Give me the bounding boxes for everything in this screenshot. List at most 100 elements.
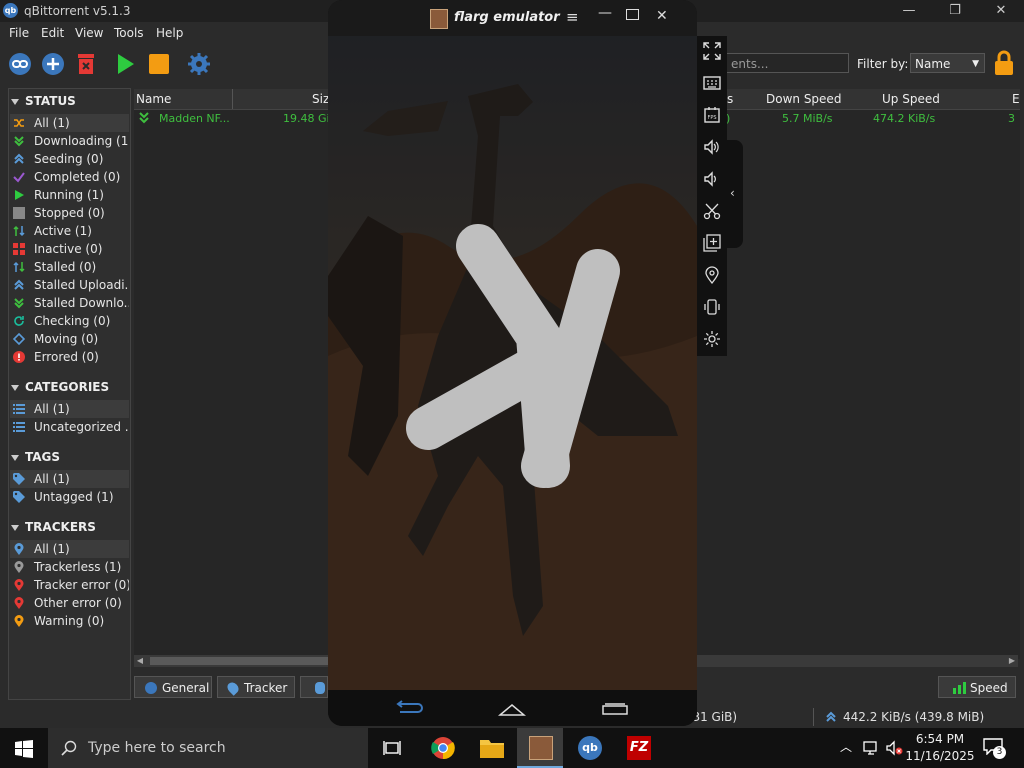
volume-up-icon[interactable] <box>703 138 721 156</box>
location-icon[interactable] <box>703 266 721 284</box>
add-torrent-icon[interactable] <box>41 52 65 76</box>
taskbar-search-box[interactable]: Type here to search <box>48 728 368 768</box>
back-icon[interactable] <box>394 700 424 714</box>
status-checking[interactable]: Checking (0) <box>10 312 129 330</box>
trackers-section-header[interactable]: TRACKERS <box>11 520 96 534</box>
column-name[interactable]: Name <box>136 92 171 106</box>
menu-help[interactable]: Help <box>156 26 183 40</box>
emulator-close-icon[interactable]: ✕ <box>656 8 668 24</box>
status-completed-label: Completed (0) <box>34 170 121 184</box>
column-size[interactable]: Siz <box>312 92 329 106</box>
tag-untagged[interactable]: Untagged (1) <box>10 488 129 506</box>
tracker-other-error[interactable]: Other error (0) <box>10 594 129 612</box>
status-running[interactable]: Running (1) <box>10 186 129 204</box>
folder-icon <box>480 740 504 758</box>
category-uncategorized[interactable]: Uncategorized ... <box>10 418 129 436</box>
network-icon[interactable] <box>863 740 881 756</box>
close-button[interactable]: ✕ <box>978 0 1024 22</box>
hamburger-menu-icon[interactable]: ≡ <box>566 8 579 26</box>
tags-section-header[interactable]: TAGS <box>11 450 60 464</box>
stalled-icon <box>13 261 25 273</box>
task-view-icon[interactable] <box>383 739 401 757</box>
taskbar-clock[interactable]: 6:54 PM 11/16/2025 <box>905 731 975 765</box>
emulator-minimize-icon[interactable]: — <box>598 5 612 21</box>
show-hidden-icons-chevron-icon[interactable]: ︿ <box>840 738 852 755</box>
status-all[interactable]: All (1) <box>10 114 129 132</box>
emulator-screen[interactable] <box>328 36 697 690</box>
stop-icon[interactable] <box>147 52 171 76</box>
status-section-header[interactable]: STATUS <box>11 94 76 108</box>
scroll-right-icon[interactable]: ▶ <box>1006 655 1018 667</box>
add-link-icon[interactable] <box>8 52 32 76</box>
tracker-trackerless[interactable]: Trackerless (1) <box>10 558 129 576</box>
fps-icon[interactable]: FPS <box>703 106 721 124</box>
delete-icon[interactable] <box>74 52 98 76</box>
scroll-left-icon[interactable]: ◀ <box>134 655 146 667</box>
menu-tools[interactable]: Tools <box>114 26 144 40</box>
menu-edit[interactable]: Edit <box>41 26 64 40</box>
tag-all[interactable]: All (1) <box>10 470 129 488</box>
lock-icon[interactable] <box>993 50 1015 76</box>
column-up-speed[interactable]: Up Speed <box>882 92 940 106</box>
filezilla-taskbar-button[interactable]: FZ <box>616 728 662 768</box>
status-inactive[interactable]: Inactive (0) <box>10 240 129 258</box>
status-moving[interactable]: Moving (0) <box>10 330 129 348</box>
fullscreen-icon[interactable] <box>703 42 721 60</box>
file-explorer-taskbar-button[interactable] <box>468 728 514 768</box>
shake-icon[interactable] <box>703 298 721 316</box>
start-icon[interactable] <box>113 52 137 76</box>
tab-peers[interactable] <box>300 676 328 698</box>
categories-section-header[interactable]: CATEGORIES <box>11 380 109 394</box>
scrollbar-thumb[interactable] <box>150 657 330 665</box>
torrent-up-speed: 474.2 KiB/s <box>873 112 936 125</box>
column-eta[interactable]: E <box>1012 92 1020 106</box>
status-stopped[interactable]: Stopped (0) <box>10 204 129 222</box>
scissors-icon[interactable] <box>703 202 721 220</box>
emulator-maximize-icon[interactable] <box>626 9 639 20</box>
status-seeding[interactable]: Seeding (0) <box>10 150 129 168</box>
status-stalled-label: Stalled (0) <box>34 260 97 274</box>
status-stalled-downloading[interactable]: Stalled Downlo... <box>10 294 129 312</box>
toolbar-collapse-tab[interactable]: ‹ <box>727 140 743 248</box>
tab-trackers[interactable]: Tracker s <box>217 676 295 717</box>
tracker-warning[interactable]: Warning (0) <box>10 612 129 630</box>
emulator-nav-bar <box>328 690 697 726</box>
volume-muted-icon[interactable] <box>886 740 904 756</box>
tracker-all-label: All (1) <box>34 542 70 556</box>
windows-start-icon[interactable] <box>15 740 33 758</box>
status-stalled-uploading[interactable]: Stalled Uploadi... <box>10 276 129 294</box>
status-active[interactable]: Active (1) <box>10 222 129 240</box>
filter-by-select[interactable]: Name ▼ <box>910 53 985 73</box>
status-stalled[interactable]: Stalled (0) <box>10 258 129 276</box>
recent-apps-icon[interactable] <box>601 702 629 716</box>
tab-speed[interactable]: Speed <box>938 676 1016 698</box>
keyboard-icon[interactable] <box>703 74 721 92</box>
settings-gear-icon[interactable] <box>703 330 721 348</box>
tracker-all[interactable]: All (1) <box>10 540 129 558</box>
status-completed[interactable]: Completed (0) <box>10 168 129 186</box>
category-all[interactable]: All (1) <box>10 400 129 418</box>
volume-down-icon[interactable] <box>703 170 721 188</box>
qbittorrent-taskbar-button[interactable]: qb <box>567 728 613 768</box>
options-gear-icon[interactable] <box>187 52 211 76</box>
menu-view[interactable]: View <box>75 26 103 40</box>
status-errored[interactable]: Errored (0) <box>10 348 129 366</box>
tracker-error[interactable]: Tracker error (0) <box>10 576 129 594</box>
column-down-speed[interactable]: Down Speed <box>766 92 841 106</box>
column-partial[interactable]: s <box>727 92 733 106</box>
status-downloading[interactable]: Downloading (1) <box>10 132 129 150</box>
add-apk-icon[interactable] <box>703 234 721 252</box>
map-pin-icon <box>14 597 24 609</box>
minimize-button[interactable]: — <box>886 0 932 22</box>
tab-general[interactable]: General <box>134 676 212 698</box>
emulator-taskbar-button[interactable] <box>517 728 563 768</box>
maximize-button[interactable]: ❐ <box>932 0 978 22</box>
upload-rate-text[interactable]: 442.2 KiB/s (439.8 MiB) <box>843 710 984 724</box>
column-divider <box>232 89 233 109</box>
status-all-label: All (1) <box>34 116 70 130</box>
menu-file[interactable]: File <box>9 26 29 40</box>
home-icon[interactable] <box>498 702 526 716</box>
qbittorrent-logo-icon: qb <box>578 736 602 760</box>
chrome-taskbar-button[interactable] <box>420 728 466 768</box>
notifications-button[interactable]: 3 <box>983 738 1006 759</box>
